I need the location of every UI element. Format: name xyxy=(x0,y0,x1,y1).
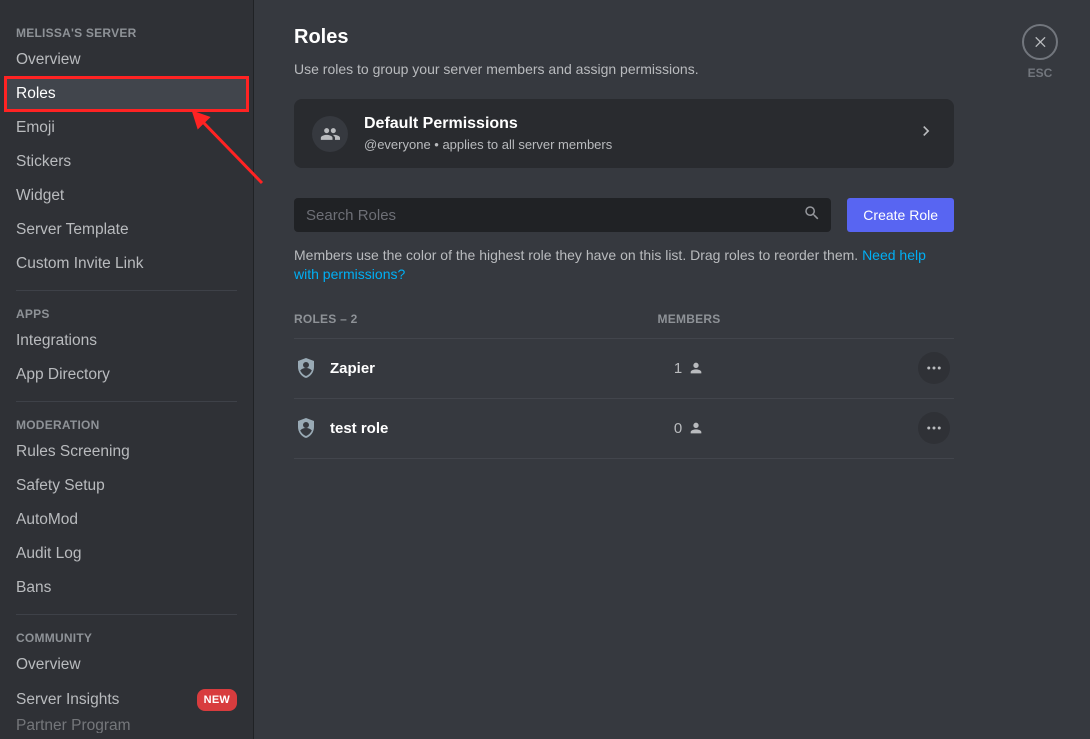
role-more-button[interactable] xyxy=(918,352,950,384)
close-icon xyxy=(1032,34,1048,50)
sidebar-item-label: Bans xyxy=(16,578,51,598)
sidebar-item-label: Widget xyxy=(16,186,64,206)
sidebar-item-bans[interactable]: Bans xyxy=(6,572,247,604)
sidebar-item-label: Server Insights xyxy=(16,690,119,710)
sidebar-item-label: Integrations xyxy=(16,331,97,351)
sidebar-item-label: Custom Invite Link xyxy=(16,254,144,274)
sidebar-item-label: Overview xyxy=(16,655,81,675)
col-header-roles: ROLES – 2 xyxy=(294,312,634,326)
sidebar-item-stickers[interactable]: Stickers xyxy=(6,146,247,178)
sidebar-item-audit-log[interactable]: Audit Log xyxy=(6,538,247,570)
col-header-members: MEMBERS xyxy=(634,312,744,326)
role-row[interactable]: Zapier 1 xyxy=(294,339,954,399)
sidebar-item-label: Overview xyxy=(16,50,81,70)
person-icon xyxy=(688,420,704,436)
sidebar-item-app-directory[interactable]: App Directory xyxy=(6,359,247,391)
more-icon xyxy=(925,359,943,377)
sidebar-item-label: AutoMod xyxy=(16,510,78,530)
everyone-icon xyxy=(312,116,348,152)
more-icon xyxy=(925,419,943,437)
role-name: test role xyxy=(330,420,388,437)
sidebar-item-widget[interactable]: Widget xyxy=(6,180,247,212)
person-icon xyxy=(688,360,704,376)
sidebar-item-label: Partner Program xyxy=(16,719,131,733)
search-roles-wrap[interactable] xyxy=(294,198,831,232)
search-icon xyxy=(803,204,821,227)
sidebar-item-roles[interactable]: Roles xyxy=(6,78,247,110)
close-wrap: ESC xyxy=(1022,24,1058,80)
sidebar-section-community: COMMUNITY xyxy=(6,625,247,649)
sidebar-item-label: Server Template xyxy=(16,220,129,240)
sidebar-item-rules-screening[interactable]: Rules Screening xyxy=(6,436,247,468)
default-permissions-card[interactable]: Default Permissions @everyone • applies … xyxy=(294,99,954,168)
close-button[interactable] xyxy=(1022,24,1058,60)
sidebar-item-emoji[interactable]: Emoji xyxy=(6,112,247,144)
settings-sidebar: MELISSA'S SERVER Overview Roles Emoji St… xyxy=(0,0,254,739)
sidebar-item-overview[interactable]: Overview xyxy=(6,44,247,76)
sidebar-item-label: Emoji xyxy=(16,118,55,138)
new-badge: NEW xyxy=(197,689,237,711)
hint-text: Members use the color of the highest rol… xyxy=(294,247,862,263)
role-name: Zapier xyxy=(330,360,375,377)
default-permissions-subtitle: @everyone • applies to all server member… xyxy=(364,137,900,152)
sidebar-item-label: Stickers xyxy=(16,152,71,172)
sidebar-item-custom-invite-link[interactable]: Custom Invite Link xyxy=(6,248,247,280)
page-title: Roles xyxy=(294,26,954,49)
page-subtitle: Use roles to group your server members a… xyxy=(294,61,954,77)
divider xyxy=(16,290,237,291)
sidebar-item-community-overview[interactable]: Overview xyxy=(6,649,247,681)
sidebar-item-label: App Directory xyxy=(16,365,110,385)
sidebar-item-label: Safety Setup xyxy=(16,476,105,496)
sidebar-section-server: MELISSA'S SERVER xyxy=(6,20,247,44)
divider xyxy=(16,614,237,615)
role-row[interactable]: test role 0 xyxy=(294,399,954,459)
sidebar-section-apps: APPS xyxy=(6,301,247,325)
sidebar-item-label: Audit Log xyxy=(16,544,82,564)
sidebar-item-safety-setup[interactable]: Safety Setup xyxy=(6,470,247,502)
sidebar-item-integrations[interactable]: Integrations xyxy=(6,325,247,357)
divider xyxy=(16,401,237,402)
role-more-button[interactable] xyxy=(918,412,950,444)
main-content: ESC Roles Use roles to group your server… xyxy=(254,0,1090,739)
sidebar-item-partner-program[interactable]: Partner Program xyxy=(6,719,247,733)
sidebar-item-label: Rules Screening xyxy=(16,442,130,462)
search-roles-input[interactable] xyxy=(304,198,803,232)
create-role-button[interactable]: Create Role xyxy=(847,198,954,232)
members-count: 0 xyxy=(634,420,744,437)
sidebar-item-server-template[interactable]: Server Template xyxy=(6,214,247,246)
sidebar-item-automod[interactable]: AutoMod xyxy=(6,504,247,536)
sidebar-item-server-insights[interactable]: Server Insights NEW xyxy=(6,683,247,717)
roles-hint: Members use the color of the highest rol… xyxy=(294,246,954,284)
esc-label: ESC xyxy=(1028,66,1053,80)
default-permissions-title: Default Permissions xyxy=(364,115,900,133)
chevron-right-icon xyxy=(916,121,936,146)
sidebar-section-moderation: MODERATION xyxy=(6,412,247,436)
roles-list-header: ROLES – 2 MEMBERS xyxy=(294,312,954,339)
sidebar-item-label: Roles xyxy=(16,84,56,104)
shield-icon xyxy=(294,416,318,440)
members-count: 1 xyxy=(634,360,744,377)
shield-icon xyxy=(294,356,318,380)
